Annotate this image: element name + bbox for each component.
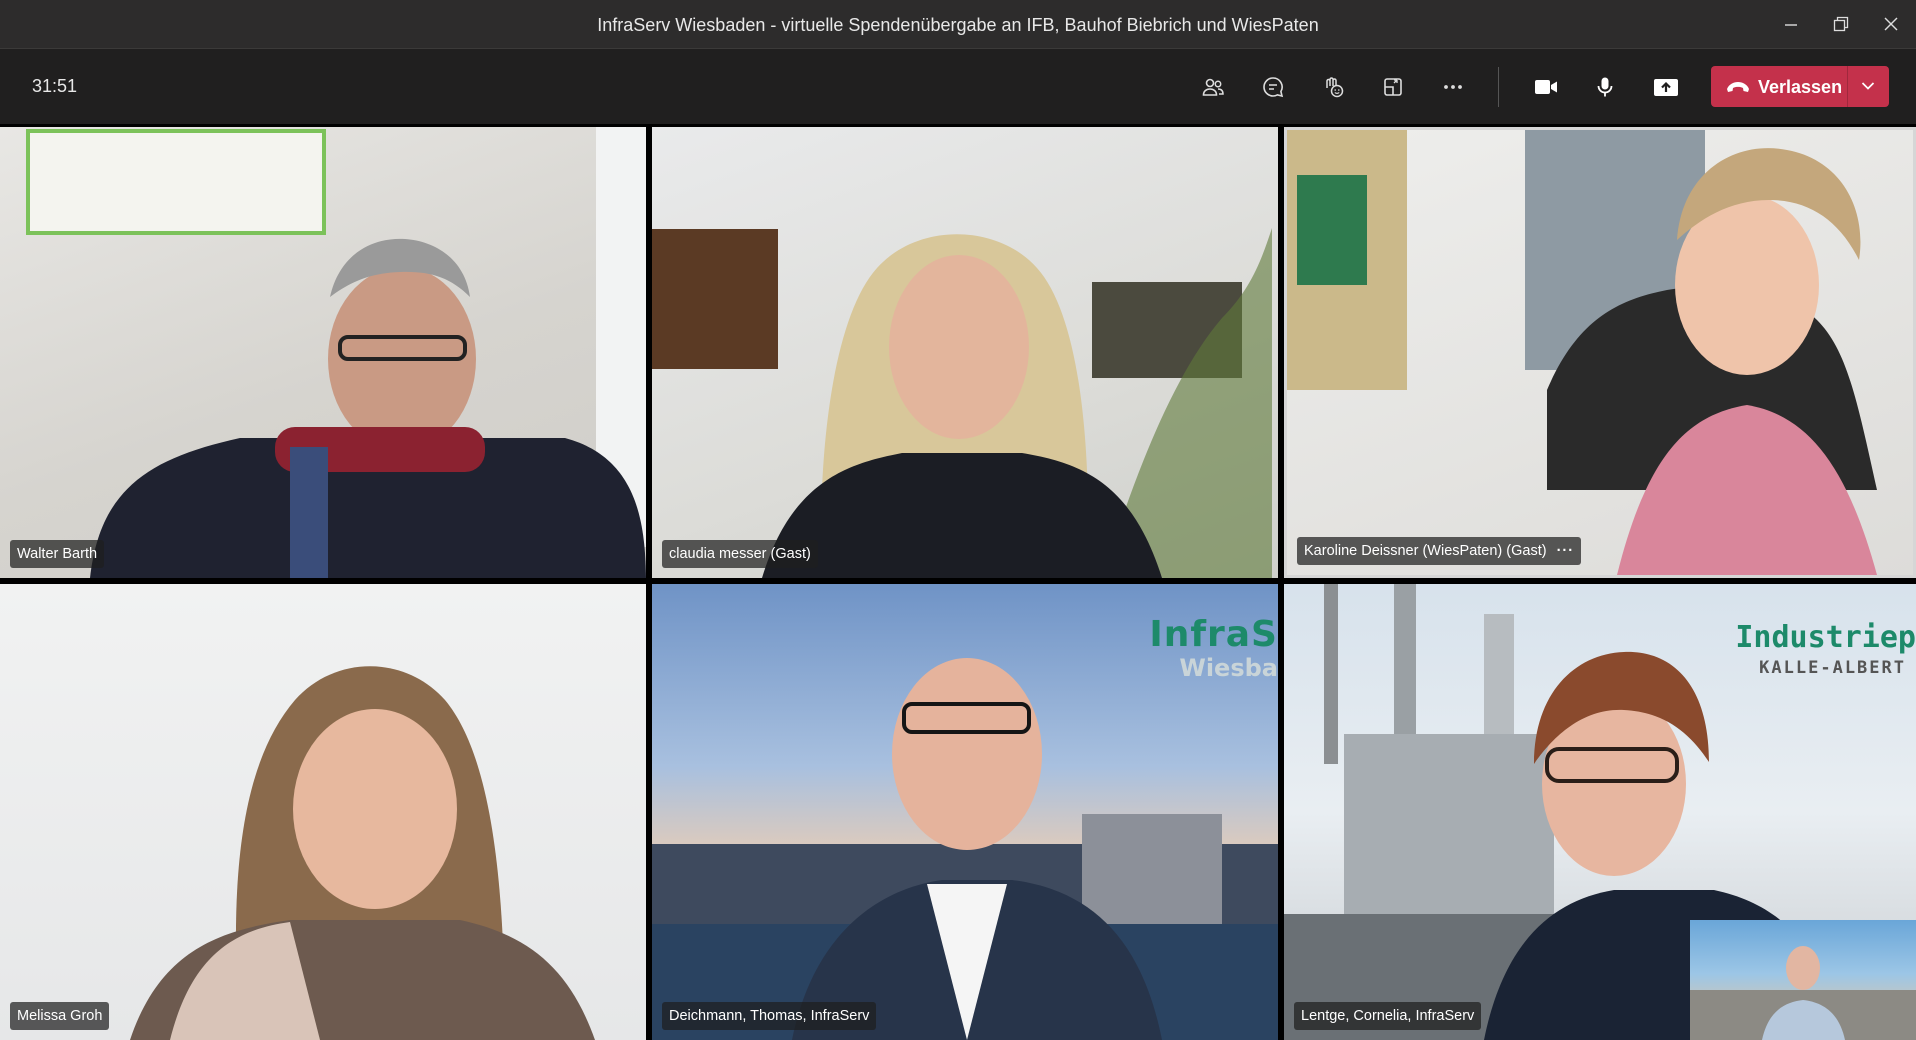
mic-icon (1597, 77, 1613, 97)
participants-icon (1202, 78, 1224, 96)
reactions-button[interactable] (1313, 67, 1353, 107)
participant-name: claudia messer (Gast) (662, 540, 818, 568)
brand-logo-text: InfraS (1149, 614, 1278, 655)
leave-options-button[interactable] (1848, 66, 1889, 107)
chat-icon (1263, 77, 1284, 98)
participant-tile[interactable]: claudia messer (Gast) (652, 127, 1278, 578)
participant-more-button[interactable]: ··· (1557, 543, 1575, 559)
share-button[interactable] (1645, 67, 1685, 107)
minimize-button[interactable] (1771, 6, 1811, 42)
self-view-video[interactable] (1690, 920, 1916, 1040)
more-actions-button[interactable] (1433, 67, 1473, 107)
chat-button[interactable] (1253, 67, 1293, 107)
reactions-icon (1326, 77, 1344, 98)
participant-video (652, 228, 1272, 578)
brand-logo-text: Industriep (1735, 620, 1916, 655)
meeting-toolbar: 31:51 Verlassen (0, 49, 1916, 124)
restore-button[interactable] (1821, 6, 1861, 42)
more-icon (1444, 85, 1462, 89)
toolbar-divider (1498, 67, 1499, 107)
participant-video (26, 127, 646, 578)
hangup-icon (1727, 82, 1749, 92)
self-video (1690, 946, 1916, 1040)
leave-label: Verlassen (1758, 77, 1843, 97)
participant-video (130, 666, 595, 1040)
breakout-rooms-icon (1384, 78, 1402, 96)
participant-name: Lentge, Cornelia, InfraServ (1294, 1002, 1482, 1030)
participant-name: Deichmann, Thomas, InfraServ (662, 1002, 877, 1030)
meeting-timer: 31:51 (32, 76, 78, 96)
minimize-icon (1785, 24, 1797, 26)
participant-name: Melissa Groh (10, 1002, 110, 1030)
participant-tile[interactable]: InfraS Wiesba Deichmann, Thomas, InfraSe… (652, 584, 1278, 1040)
video-grid: Walter Barth claudia messer (Gast) Karol… (0, 127, 1916, 1040)
leave-button[interactable]: Verlassen (1711, 66, 1889, 107)
camera-icon (1535, 80, 1557, 94)
share-icon (1654, 79, 1678, 96)
participant-name: Karoline Deissner (WiesPaten) (Gast) ··· (1297, 537, 1582, 565)
participant-tile-active[interactable]: Karoline Deissner (WiesPaten) (Gast) ··· (1284, 127, 1916, 578)
meeting-title: InfraServ Wiesbaden - virtuelle Spendenü… (597, 15, 1319, 35)
leave-main-button[interactable]: Verlassen (1711, 66, 1846, 107)
participant-video (1287, 130, 1877, 575)
participant-name: Walter Barth (10, 540, 105, 568)
restore-icon (1833, 16, 1849, 32)
rooms-button[interactable] (1373, 67, 1413, 107)
close-window-button[interactable] (1871, 6, 1911, 42)
participant-tile[interactable]: Industriep KALLE-ALBERT Lentge, Cornelia… (1284, 584, 1916, 1040)
close-icon (1884, 17, 1898, 31)
microphone-button[interactable] (1585, 67, 1625, 107)
participant-tile[interactable]: Melissa Groh (0, 584, 646, 1040)
title-bar: InfraServ Wiesbaden - virtuelle Spendenü… (0, 0, 1916, 49)
chevron-down-icon (1861, 82, 1875, 90)
camera-button[interactable] (1525, 67, 1565, 107)
participant-tile[interactable]: Walter Barth (0, 127, 646, 578)
brand-logo-subtext: KALLE-ALBERT (1759, 658, 1906, 678)
participants-button[interactable] (1193, 67, 1233, 107)
brand-logo-subtext: Wiesba (1179, 654, 1278, 682)
